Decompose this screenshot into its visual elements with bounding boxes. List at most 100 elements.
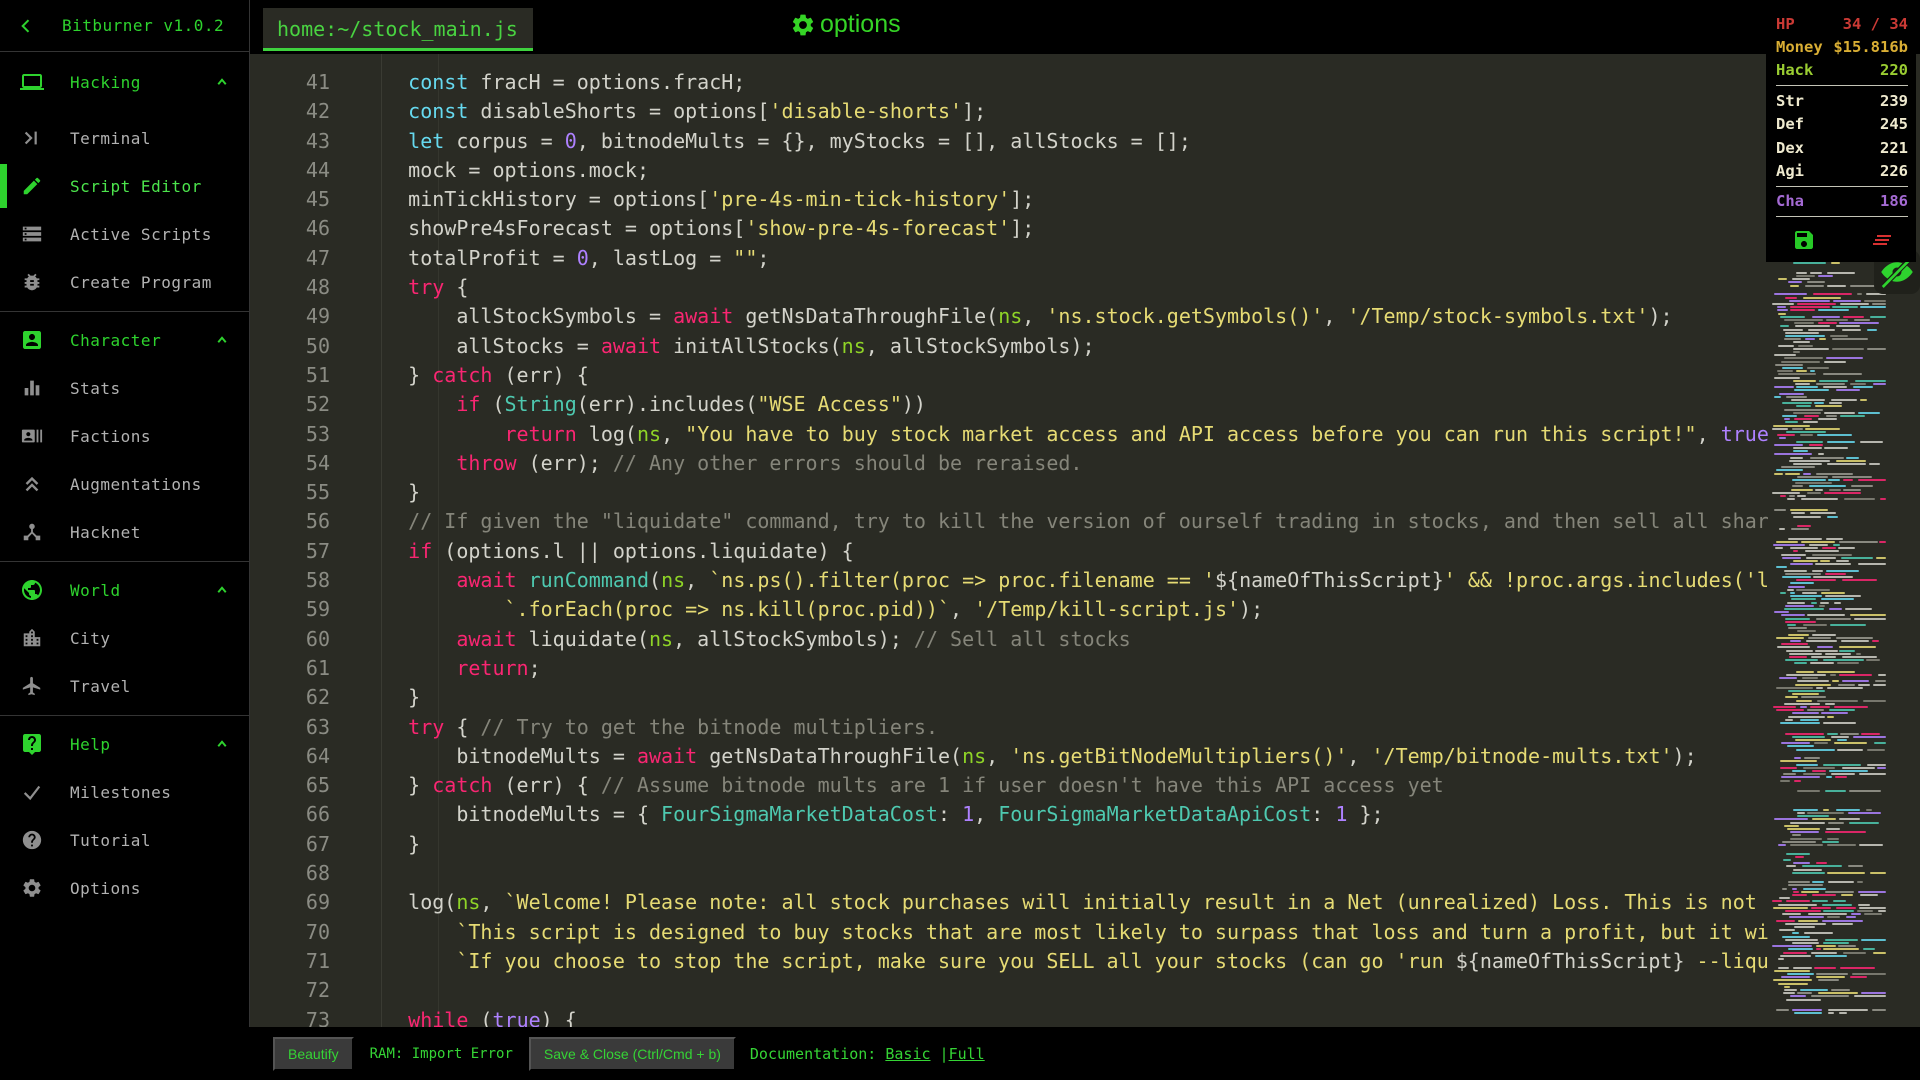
stat-value-dex: 221 (1880, 138, 1908, 157)
documentation-full-link[interactable]: Full (949, 1045, 985, 1063)
beautify-button[interactable]: Beautify (273, 1036, 354, 1071)
code-line[interactable]: 60 await liquidate(ns, allStockSymbols);… (250, 625, 1768, 654)
globe-icon (20, 578, 44, 602)
code-line[interactable]: 47 totalProfit = 0, lastLog = ""; (250, 244, 1768, 273)
code-line[interactable]: 48 try { (250, 273, 1768, 302)
code-line[interactable]: 41 const fracH = options.fracH; (250, 68, 1768, 97)
sidebar-section-hacking[interactable]: Hacking (0, 58, 249, 106)
sidebar-item-milestones[interactable]: Milestones (0, 768, 249, 816)
documentation-label: Documentation: (749, 1044, 877, 1063)
sidebar-section-label: Help (70, 734, 111, 754)
stat-label-cha: Cha (1776, 192, 1804, 211)
sidebar-item-city[interactable]: City (0, 614, 249, 662)
sidebar-item-stats[interactable]: Stats (0, 364, 249, 412)
documentation-links: Documentation: Basic |Full (744, 1045, 985, 1063)
active-indicator (0, 164, 7, 208)
code-line[interactable]: 68 (250, 859, 1768, 888)
sidebar-section-world[interactable]: World (0, 566, 249, 614)
gear-icon (790, 12, 816, 38)
network-hub-icon (20, 520, 44, 544)
sidebar-nav: Hacking Terminal Script Editor Active Sc… (0, 52, 249, 912)
help-bubble-icon (20, 732, 44, 756)
code-line[interactable]: 70 `This script is designed to buy stock… (250, 918, 1768, 947)
sidebar-item-label: Terminal (70, 128, 152, 148)
documentation-basic-link[interactable]: Basic (885, 1045, 930, 1063)
sidebar-item-label: City (70, 628, 111, 648)
open-file-tab[interactable]: home:~/stock_main.js (263, 8, 533, 51)
sidebar-item-label: Travel (70, 676, 131, 696)
sidebar-item-label: Hacknet (70, 522, 141, 542)
stat-label-hack: Hack (1776, 61, 1814, 80)
editor-options-button[interactable]: options (790, 10, 901, 39)
bug-icon (20, 270, 44, 294)
code-line[interactable]: 72 (250, 976, 1768, 1005)
divider (1776, 185, 1908, 187)
clear-lines-icon[interactable] (1870, 228, 1894, 252)
sidebar-item-label: Factions (70, 426, 152, 446)
code-line[interactable]: 56 // If given the "liquidate" command, … (250, 507, 1768, 536)
sidebar-item-augmentations[interactable]: Augmentations (0, 460, 249, 508)
sidebar-item-terminal[interactable]: Terminal (0, 114, 249, 162)
sidebar-item-tutorial[interactable]: Tutorial (0, 816, 249, 864)
save-icon[interactable] (1792, 228, 1816, 252)
editor-topbar: home:~/stock_main.js options (250, 0, 1920, 54)
code-line[interactable]: 44 mock = options.mock; (250, 156, 1768, 185)
code-line[interactable]: 58 await runCommand(ns, `ns.ps().filter(… (250, 566, 1768, 595)
sidebar-header: Bitburner v1.0.2 (0, 0, 249, 52)
code-line[interactable]: 42 const disableShorts = options['disabl… (250, 97, 1768, 126)
check-icon (20, 780, 44, 804)
divider (0, 311, 249, 312)
sidebar-item-travel[interactable]: Travel (0, 662, 249, 710)
sidebar-section-help[interactable]: Help (0, 720, 249, 768)
code-line[interactable]: 50 allStocks = await initAllStocks(ns, a… (250, 332, 1768, 361)
code-line[interactable]: 67 } (250, 830, 1768, 859)
collapse-sidebar-icon[interactable] (16, 16, 36, 36)
sidebar: Bitburner v1.0.2 Hacking Terminal Script… (0, 0, 250, 1080)
code-line[interactable]: 69 log(ns, `Welcome! Please note: all st… (250, 888, 1768, 917)
code-line[interactable]: 73 while (true) { (250, 1006, 1768, 1028)
code-line[interactable]: 63 try { // Try to get the bitnode multi… (250, 713, 1768, 742)
code-line[interactable]: 66 bitnodeMults = { FourSigmaMarketDataC… (250, 800, 1768, 829)
code-line[interactable]: 49 allStockSymbols = await getNsDataThro… (250, 302, 1768, 331)
city-buildings-icon (20, 626, 44, 650)
code-line[interactable]: 71 `If you choose to stop the script, ma… (250, 947, 1768, 976)
code-line[interactable]: 57 if (options.l || options.liquidate) { (250, 537, 1768, 566)
stat-label-agi: Agi (1776, 162, 1804, 181)
sidebar-item-label: Augmentations (70, 474, 202, 494)
code-line[interactable]: 64 bitnodeMults = await getNsDataThrough… (250, 742, 1768, 771)
code-line[interactable]: 52 if (String(err).includes("WSE Access"… (250, 390, 1768, 419)
chevron-up-icon (213, 735, 231, 753)
code-line[interactable]: 45 minTickHistory = options['pre-4s-min-… (250, 185, 1768, 214)
chevron-up-icon (213, 331, 231, 349)
sidebar-section-character[interactable]: Character (0, 316, 249, 364)
code-line[interactable]: 55 } (250, 478, 1768, 507)
stat-value-cha: 186 (1880, 192, 1908, 211)
code-line[interactable]: 51 } catch (err) { (250, 361, 1768, 390)
editor-options-label: options (820, 10, 901, 38)
code-line[interactable]: 46 showPre4sForecast = options['show-pre… (250, 214, 1768, 243)
code-line[interactable]: 43 let corpus = 0, bitnodeMults = {}, my… (250, 127, 1768, 156)
sidebar-item-label: Create Program (70, 272, 212, 292)
code-line[interactable]: 65 } catch (err) { // Assume bitnode mul… (250, 771, 1768, 800)
code-lines[interactable]: 41 const fracH = options.fracH; 42 const … (250, 54, 1768, 1027)
code-line[interactable]: 59 `.forEach(proc => ns.kill(proc.pid))`… (250, 595, 1768, 624)
code-line[interactable]: 53 return log(ns, "You have to buy stock… (250, 420, 1768, 449)
ram-status[interactable]: RAM: Import Error (362, 1039, 521, 1069)
sidebar-section-label: World (70, 580, 121, 600)
code-line[interactable]: 61 return; (250, 654, 1768, 683)
sidebar-item-label: Active Scripts (70, 224, 212, 244)
character-stats-overlay: HP 34 / 34 Money $15.816b Hack 220 Str 239 D… (1766, 4, 1916, 263)
person-box-icon (20, 328, 44, 352)
sidebar-item-create-program[interactable]: Create Program (0, 258, 249, 306)
sidebar-item-options[interactable]: Options (0, 864, 249, 912)
code-line[interactable]: 62 } (250, 683, 1768, 712)
chevron-up-icon (213, 581, 231, 599)
sidebar-item-active-scripts[interactable]: Active Scripts (0, 210, 249, 258)
sidebar-item-factions[interactable]: Factions (0, 412, 249, 460)
stat-value-money: $15.816b (1833, 38, 1908, 57)
sidebar-item-hacknet[interactable]: Hacknet (0, 508, 249, 556)
sidebar-item-script-editor[interactable]: Script Editor (0, 162, 249, 210)
save-close-button[interactable]: Save & Close (Ctrl/Cmd + b) (528, 1036, 736, 1071)
code-line[interactable]: 54 throw (err); // Any other errors shou… (250, 449, 1768, 478)
stat-label-str: Str (1776, 91, 1804, 110)
